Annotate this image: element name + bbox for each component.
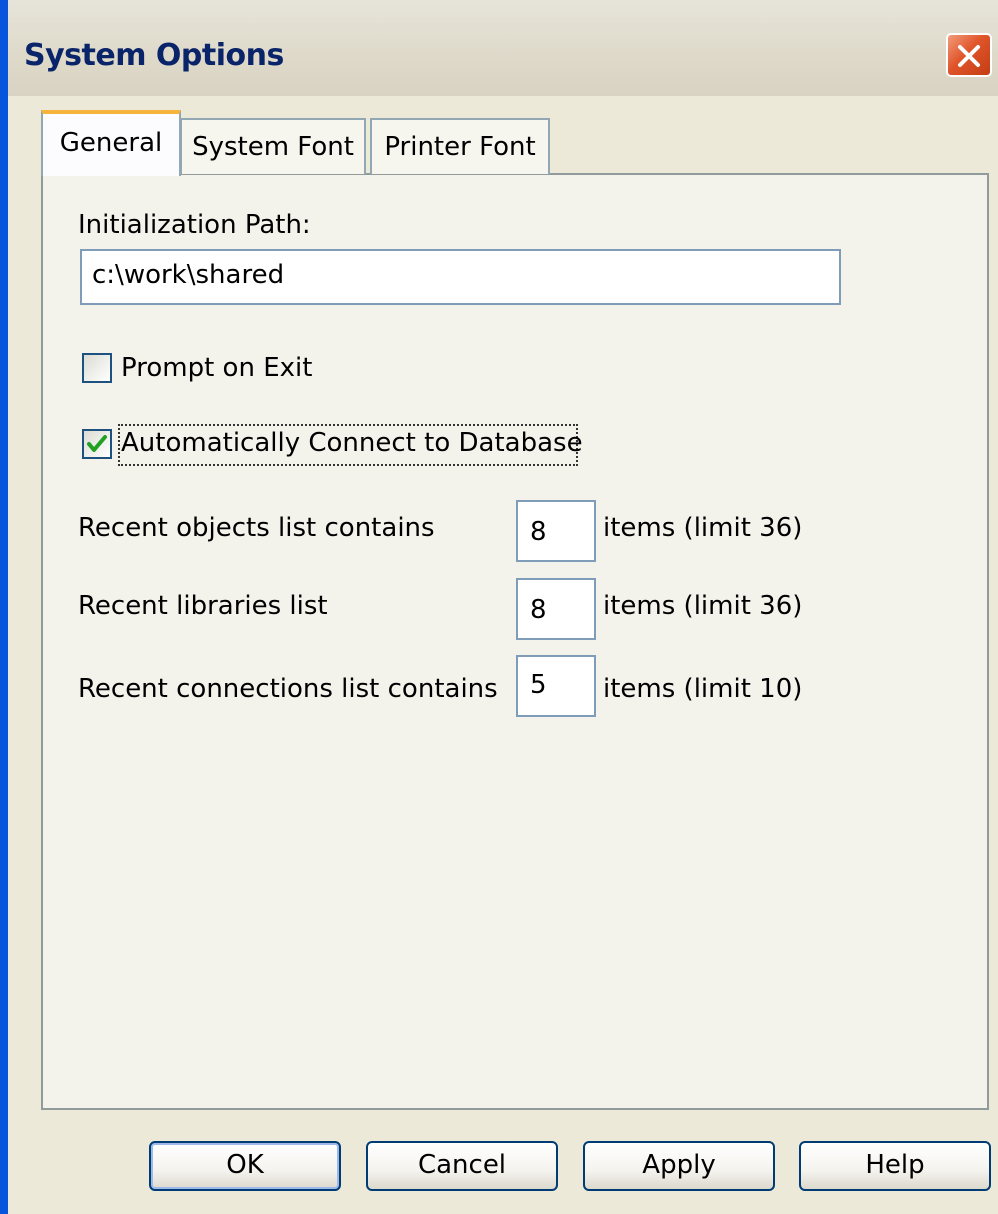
ok-button[interactable]: OK xyxy=(149,1141,341,1191)
recent-connections-value: 5 xyxy=(530,670,547,700)
tab-system-font[interactable]: System Font xyxy=(180,118,366,174)
init-path-value: c:\work\shared xyxy=(92,260,285,290)
recent-libraries-value: 8 xyxy=(530,595,547,625)
tab-general[interactable]: General xyxy=(41,110,181,176)
tab-printer-font-label: Printer Font xyxy=(384,132,536,162)
tab-printer-font[interactable]: Printer Font xyxy=(370,118,550,174)
recent-connections-input[interactable]: 5 xyxy=(516,655,596,717)
apply-button[interactable]: Apply xyxy=(583,1141,775,1191)
init-path-field[interactable]: c:\work\shared xyxy=(80,249,841,305)
prompt-on-exit-label[interactable]: Prompt on Exit xyxy=(121,353,312,383)
general-tab-panel xyxy=(41,173,989,1110)
recent-connections-suffix: items (limit 10) xyxy=(603,674,803,704)
tab-general-label: General xyxy=(59,128,163,158)
recent-libraries-label: Recent libraries list xyxy=(78,591,328,621)
recent-objects-input[interactable]: 8 xyxy=(516,500,596,562)
prompt-on-exit-checkbox[interactable] xyxy=(82,353,112,383)
recent-connections-label: Recent connections list contains xyxy=(78,674,498,704)
recent-libraries-input[interactable]: 8 xyxy=(516,578,596,640)
tab-system-font-label: System Font xyxy=(192,132,354,162)
recent-libraries-suffix: items (limit 36) xyxy=(603,591,803,621)
recent-objects-value: 8 xyxy=(530,517,547,547)
auto-connect-label[interactable]: Automatically Connect to Database xyxy=(121,428,583,458)
close-icon xyxy=(958,45,980,67)
checkmark-icon xyxy=(87,435,107,452)
help-button[interactable]: Help xyxy=(799,1141,991,1191)
recent-objects-label: Recent objects list contains xyxy=(78,513,435,543)
cancel-button[interactable]: Cancel xyxy=(366,1141,558,1191)
window-title: System Options xyxy=(24,38,284,73)
init-path-label: Initialization Path: xyxy=(78,210,311,240)
auto-connect-checkbox[interactable] xyxy=(82,429,112,459)
system-options-dialog: System Options General System Font Print… xyxy=(0,0,998,1214)
recent-objects-suffix: items (limit 36) xyxy=(603,513,803,543)
close-button[interactable] xyxy=(946,33,992,77)
title-bar[interactable]: System Options xyxy=(8,0,998,96)
